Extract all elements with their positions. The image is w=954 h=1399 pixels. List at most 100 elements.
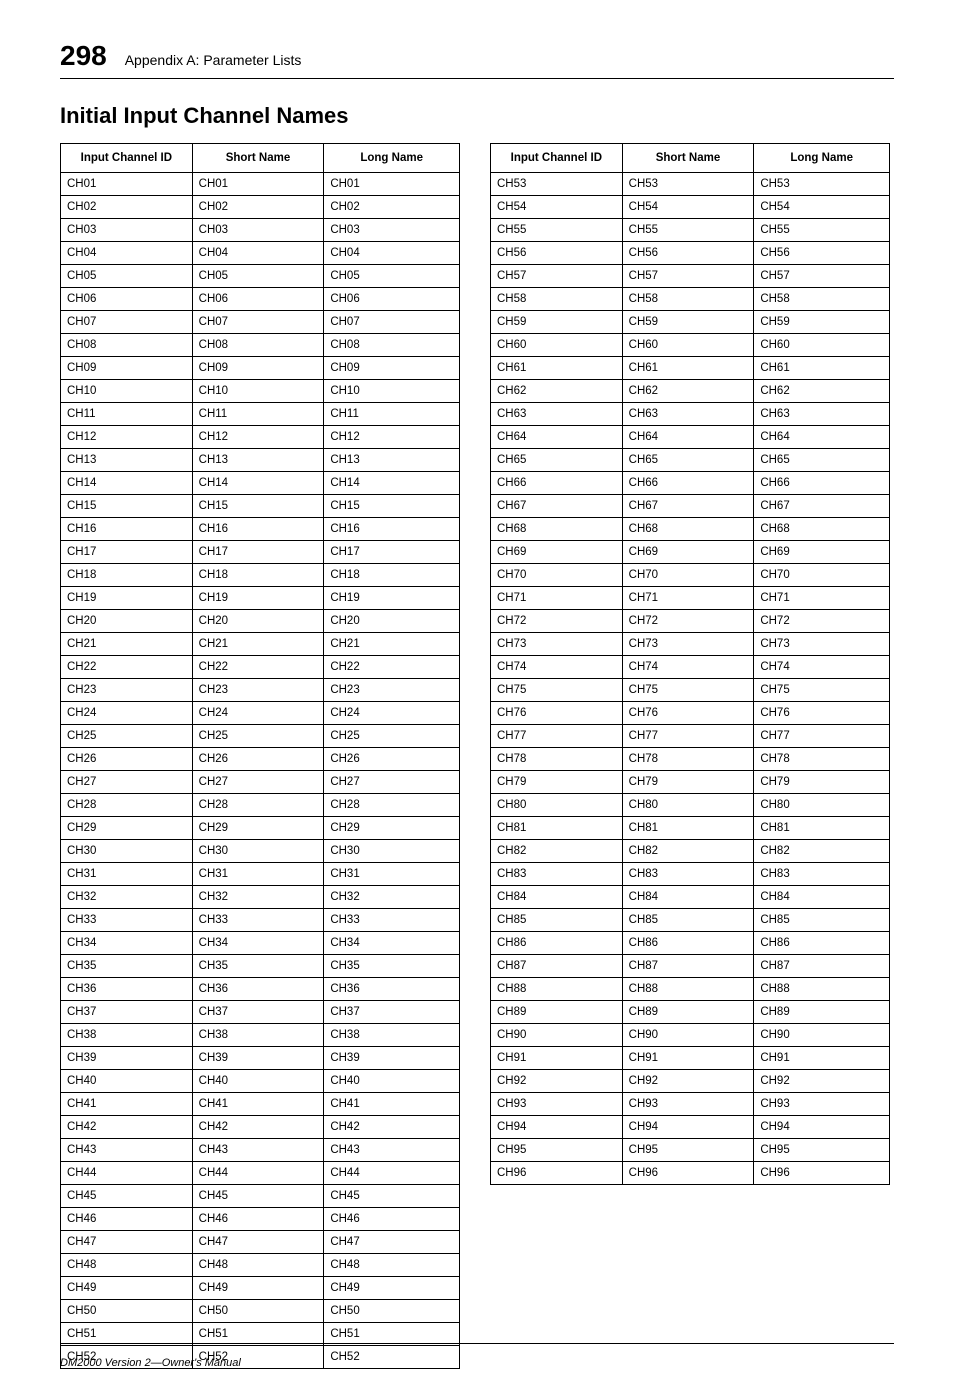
cell-id: CH65 <box>491 449 623 472</box>
cell-long: CH60 <box>754 334 890 357</box>
cell-long: CH25 <box>324 725 460 748</box>
cell-long: CH49 <box>324 1277 460 1300</box>
table-row: CH13CH13CH13 <box>61 449 460 472</box>
footer-text: DM2000 Version 2—Owner's Manual <box>60 1357 241 1369</box>
table-row: CH46CH46CH46 <box>61 1208 460 1231</box>
cell-long: CH65 <box>754 449 890 472</box>
appendix-title: Appendix A: Parameter Lists <box>125 52 302 68</box>
cell-id: CH06 <box>61 288 193 311</box>
cell-short: CH77 <box>622 725 754 748</box>
cell-short: CH43 <box>192 1139 324 1162</box>
table-row: CH77CH77CH77 <box>491 725 890 748</box>
cell-long: CH62 <box>754 380 890 403</box>
table-row: CH89CH89CH89 <box>491 1001 890 1024</box>
table-row: CH28CH28CH28 <box>61 794 460 817</box>
cell-long: CH95 <box>754 1139 890 1162</box>
cell-long: CH87 <box>754 955 890 978</box>
cell-id: CH83 <box>491 863 623 886</box>
table-row: CH44CH44CH44 <box>61 1162 460 1185</box>
cell-id: CH09 <box>61 357 193 380</box>
cell-short: CH10 <box>192 380 324 403</box>
cell-long: CH88 <box>754 978 890 1001</box>
cell-id: CH49 <box>61 1277 193 1300</box>
cell-short: CH96 <box>622 1162 754 1185</box>
page-container: 298 Appendix A: Parameter Lists Initial … <box>0 0 954 1399</box>
table-row: CH54CH54CH54 <box>491 196 890 219</box>
table-row: CH74CH74CH74 <box>491 656 890 679</box>
cell-long: CH46 <box>324 1208 460 1231</box>
cell-short: CH72 <box>622 610 754 633</box>
cell-short: CH24 <box>192 702 324 725</box>
table-row: CH57CH57CH57 <box>491 265 890 288</box>
table-row: CH36CH36CH36 <box>61 978 460 1001</box>
cell-id: CH34 <box>61 932 193 955</box>
table-row: CH79CH79CH79 <box>491 771 890 794</box>
table-row: CH22CH22CH22 <box>61 656 460 679</box>
cell-long: CH48 <box>324 1254 460 1277</box>
cell-long: CH73 <box>754 633 890 656</box>
cell-short: CH15 <box>192 495 324 518</box>
table-row: CH06CH06CH06 <box>61 288 460 311</box>
table-row: CH60CH60CH60 <box>491 334 890 357</box>
cell-short: CH36 <box>192 978 324 1001</box>
cell-short: CH86 <box>622 932 754 955</box>
cell-id: CH23 <box>61 679 193 702</box>
cell-long: CH96 <box>754 1162 890 1185</box>
table-row: CH83CH83CH83 <box>491 863 890 886</box>
cell-id: CH08 <box>61 334 193 357</box>
table-row: CH01CH01CH01 <box>61 173 460 196</box>
cell-short: CH42 <box>192 1116 324 1139</box>
cell-long: CH21 <box>324 633 460 656</box>
cell-id: CH67 <box>491 495 623 518</box>
table-row: CH75CH75CH75 <box>491 679 890 702</box>
cell-id: CH24 <box>61 702 193 725</box>
cell-short: CH23 <box>192 679 324 702</box>
cell-id: CH14 <box>61 472 193 495</box>
table-row: CH90CH90CH90 <box>491 1024 890 1047</box>
table-row: CH82CH82CH82 <box>491 840 890 863</box>
cell-long: CH36 <box>324 978 460 1001</box>
cell-short: CH57 <box>622 265 754 288</box>
cell-short: CH55 <box>622 219 754 242</box>
table-row: CH71CH71CH71 <box>491 587 890 610</box>
table-row: CH59CH59CH59 <box>491 311 890 334</box>
table-row: CH08CH08CH08 <box>61 334 460 357</box>
cell-long: CH38 <box>324 1024 460 1047</box>
cell-long: CH16 <box>324 518 460 541</box>
cell-short: CH67 <box>622 495 754 518</box>
cell-long: CH57 <box>754 265 890 288</box>
cell-id: CH32 <box>61 886 193 909</box>
table-row: CH48CH48CH48 <box>61 1254 460 1277</box>
cell-long: CH63 <box>754 403 890 426</box>
cell-id: CH45 <box>61 1185 193 1208</box>
table-row: CH86CH86CH86 <box>491 932 890 955</box>
table-row: CH64CH64CH64 <box>491 426 890 449</box>
cell-id: CH50 <box>61 1300 193 1323</box>
cell-long: CH81 <box>754 817 890 840</box>
table-row: CH35CH35CH35 <box>61 955 460 978</box>
cell-id: CH15 <box>61 495 193 518</box>
cell-id: CH93 <box>491 1093 623 1116</box>
cell-long: CH45 <box>324 1185 460 1208</box>
table-row: CH76CH76CH76 <box>491 702 890 725</box>
cell-id: CH20 <box>61 610 193 633</box>
cell-short: CH91 <box>622 1047 754 1070</box>
cell-id: CH12 <box>61 426 193 449</box>
cell-short: CH26 <box>192 748 324 771</box>
table-row: CH95CH95CH95 <box>491 1139 890 1162</box>
cell-short: CH79 <box>622 771 754 794</box>
table-row: CH70CH70CH70 <box>491 564 890 587</box>
cell-id: CH25 <box>61 725 193 748</box>
cell-long: CH26 <box>324 748 460 771</box>
table-row: CH39CH39CH39 <box>61 1047 460 1070</box>
cell-short: CH80 <box>622 794 754 817</box>
cell-id: CH30 <box>61 840 193 863</box>
cell-short: CH65 <box>622 449 754 472</box>
cell-long: CH12 <box>324 426 460 449</box>
cell-short: CH41 <box>192 1093 324 1116</box>
cell-short: CH01 <box>192 173 324 196</box>
table-row: CH09CH09CH09 <box>61 357 460 380</box>
cell-id: CH40 <box>61 1070 193 1093</box>
cell-long: CH75 <box>754 679 890 702</box>
cell-short: CH81 <box>622 817 754 840</box>
